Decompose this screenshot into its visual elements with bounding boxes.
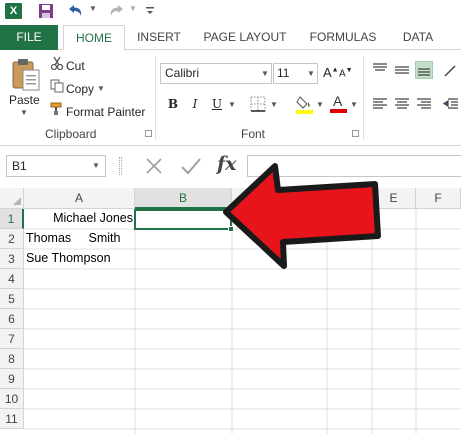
name-box[interactable]: B1 <box>6 155 106 177</box>
middle-align-icon[interactable] <box>393 61 411 79</box>
clipboard-dialog-launcher-icon[interactable] <box>145 130 152 137</box>
formula-bar-resize-handle[interactable] <box>119 157 122 175</box>
quick-access-toolbar: X ▼ ▼ <box>0 0 461 25</box>
copy-label: Copy <box>66 81 95 96</box>
borders-icon[interactable] <box>250 96 266 115</box>
top-align-icon[interactable] <box>371 61 389 79</box>
bold-button[interactable]: B <box>164 95 182 113</box>
cancel-icon[interactable] <box>144 156 164 179</box>
row-header-7[interactable]: 7 <box>0 329 24 349</box>
row-header-6[interactable]: 6 <box>0 309 24 329</box>
row-header-10[interactable]: 10 <box>0 389 24 409</box>
undo-dropdown-icon[interactable]: ▼ <box>89 4 97 13</box>
align-right-icon[interactable] <box>415 95 433 113</box>
column-header-b[interactable]: B <box>135 188 232 209</box>
font-name-select[interactable]: Calibri <box>160 63 272 84</box>
font-color-icon[interactable]: A <box>330 93 348 116</box>
scissors-icon <box>50 56 66 75</box>
cell-a1[interactable]: Michael Jones <box>24 209 135 229</box>
decrease-font-size-icon[interactable]: A▼ <box>339 67 353 79</box>
excel-logo-icon: X <box>5 3 22 19</box>
paste-icon[interactable] <box>11 58 41 95</box>
format-painter-button[interactable]: Format Painter <box>50 102 145 120</box>
name-box-dropdown-icon[interactable]: ▼ <box>92 161 100 170</box>
font-size-dropdown-icon[interactable]: ▼ <box>307 69 315 78</box>
underline-dropdown-icon[interactable]: ▼ <box>228 100 236 109</box>
tab-data[interactable]: DATA <box>393 25 443 50</box>
select-all-corner[interactable] <box>0 188 24 209</box>
font-group-label: Font <box>241 127 266 141</box>
paintbrush-icon <box>50 102 66 121</box>
decrease-indent-icon[interactable] <box>442 95 460 113</box>
copy-dropdown-icon[interactable]: ▼ <box>97 84 105 93</box>
redo-icon[interactable] <box>108 3 126 22</box>
italic-button[interactable]: I <box>186 95 204 113</box>
redo-dropdown-icon[interactable]: ▼ <box>129 4 137 13</box>
format-painter-label: Format Painter <box>66 104 146 119</box>
cell-a2[interactable]: Thomas Smith <box>24 229 135 249</box>
enter-check-icon[interactable] <box>180 156 202 179</box>
underline-button[interactable]: U <box>208 95 226 113</box>
borders-dropdown-icon[interactable]: ▼ <box>270 100 278 109</box>
row-header-11[interactable]: 11 <box>0 409 24 429</box>
font-dialog-launcher-icon[interactable] <box>352 130 359 137</box>
save-icon[interactable] <box>38 3 54 22</box>
paste-dropdown-icon[interactable]: ▼ <box>20 108 28 117</box>
undo-icon[interactable] <box>66 3 84 22</box>
tab-file[interactable]: FILE <box>0 25 58 50</box>
tab-insert[interactable]: INSERT <box>128 25 190 50</box>
select-all-triangle-icon <box>13 197 21 205</box>
row-header-5[interactable]: 5 <box>0 289 24 309</box>
font-color-dropdown-icon[interactable]: ▼ <box>350 100 358 109</box>
copy-icon <box>50 79 66 98</box>
row-header-1[interactable]: 1 <box>0 209 24 229</box>
font-name-dropdown-icon[interactable]: ▼ <box>261 69 269 78</box>
svg-text:A: A <box>333 93 343 109</box>
ribbon-home: Paste ▼ Cut Copy ▼ Format Painter Clipboa… <box>0 50 461 146</box>
group-separator <box>155 56 156 140</box>
tab-page-layout[interactable]: PAGE LAYOUT <box>196 25 294 50</box>
row-header-2[interactable]: 2 <box>0 229 24 249</box>
paste-button[interactable]: Paste <box>9 93 40 107</box>
align-left-icon[interactable] <box>371 95 389 113</box>
group-separator <box>363 56 364 140</box>
column-header-f[interactable]: F <box>416 188 461 209</box>
tab-home[interactable]: HOME <box>63 25 125 51</box>
increase-font-size-icon[interactable]: A▲ <box>323 65 339 80</box>
fill-color-icon[interactable] <box>296 94 314 117</box>
row-header-4[interactable]: 4 <box>0 269 24 289</box>
orientation-icon[interactable] <box>442 61 460 79</box>
cell-a3[interactable]: Sue Thompson <box>24 249 135 269</box>
clipboard-group-label: Clipboard <box>45 127 97 141</box>
red-arrow-annotation <box>223 163 381 269</box>
row-header-3[interactable]: 3 <box>0 249 24 269</box>
row-header-8[interactable]: 8 <box>0 349 24 369</box>
cut-button[interactable]: Cut <box>50 56 85 74</box>
row-header-9[interactable]: 9 <box>0 369 24 389</box>
tab-formulas[interactable]: FORMULAS <box>303 25 383 50</box>
align-center-icon[interactable] <box>393 95 411 113</box>
active-cell-b1[interactable] <box>134 209 232 230</box>
bottom-align-icon[interactable] <box>415 61 433 79</box>
customize-toolbar-icon[interactable] <box>145 3 155 20</box>
column-header-a[interactable]: A <box>24 188 135 209</box>
ribbon-tabs: FILE HOME INSERT PAGE LAYOUT FORMULAS DA… <box>0 25 461 51</box>
fill-color-dropdown-icon[interactable]: ▼ <box>316 100 324 109</box>
cut-label: Cut <box>66 58 85 73</box>
copy-button[interactable]: Copy ▼ <box>50 79 105 97</box>
